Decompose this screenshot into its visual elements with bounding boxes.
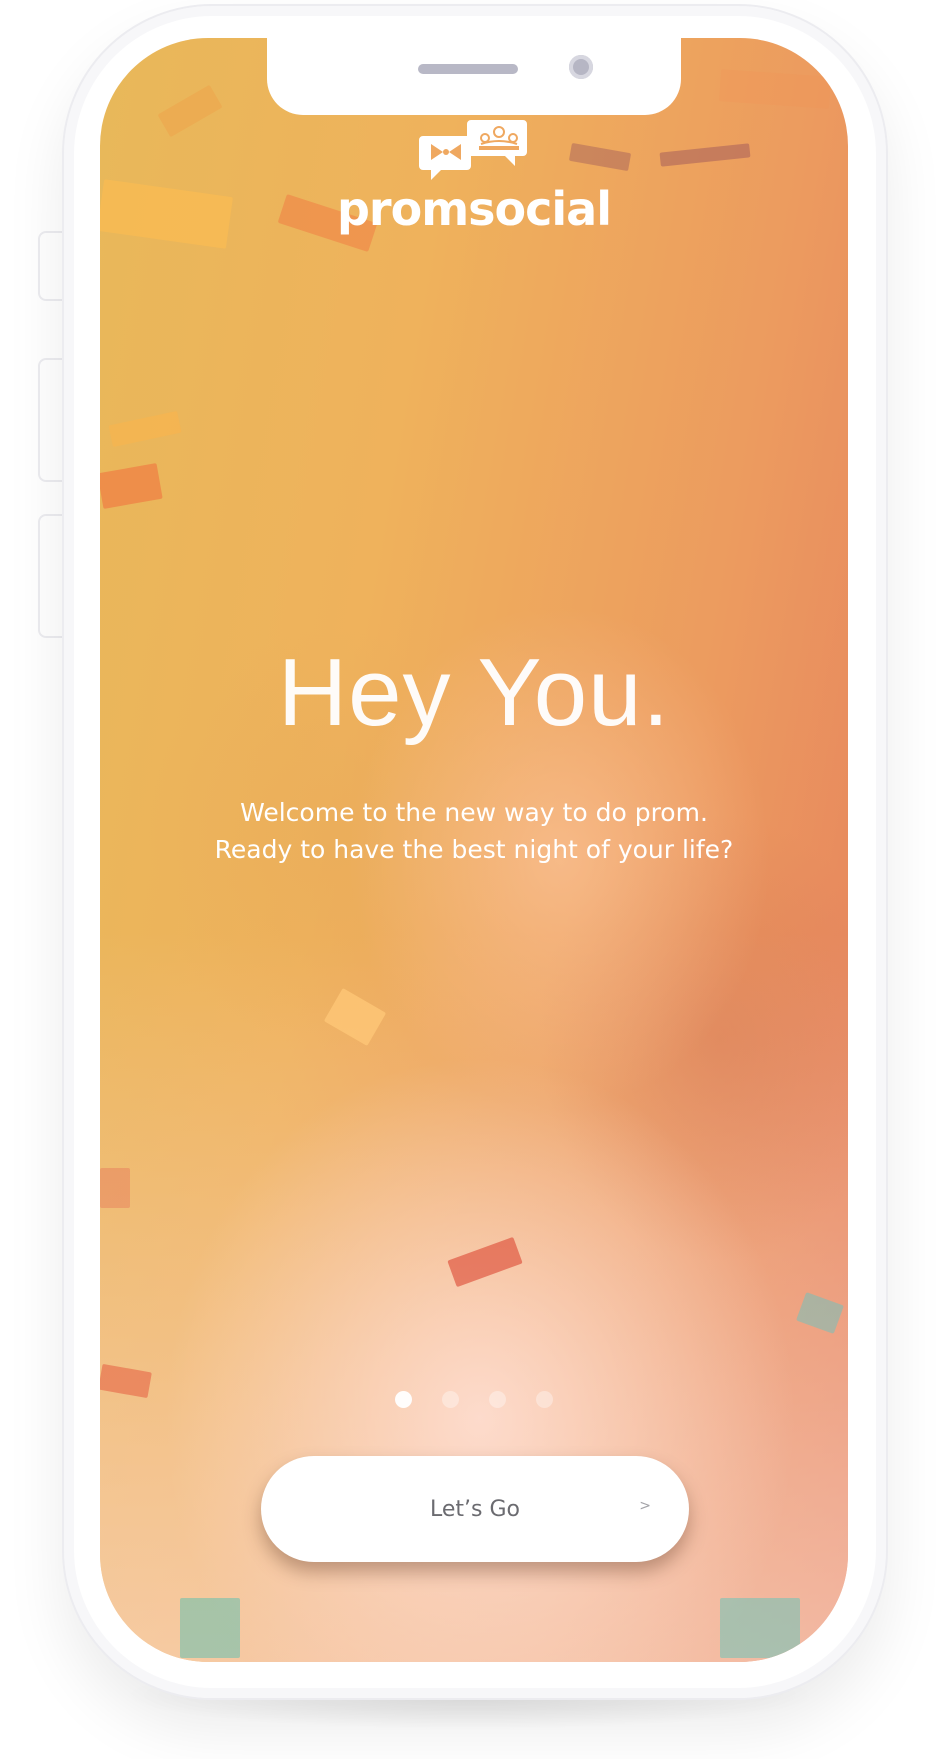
front-camera <box>569 55 593 79</box>
page-dot[interactable] <box>395 1391 412 1408</box>
mockup-stage: promsocial Hey You. Welcome to the new w… <box>0 0 941 1759</box>
brand-wordmark: promsocial <box>337 182 612 236</box>
lets-go-button[interactable]: Let’s Go > <box>261 1456 689 1562</box>
confetti-piece <box>100 1168 130 1208</box>
silent-switch <box>38 231 64 301</box>
device-notch <box>267 38 681 115</box>
brand-logo: promsocial <box>100 118 848 236</box>
onboarding-headline: Hey You. <box>277 639 671 746</box>
page-indicator <box>100 1391 848 1408</box>
subtitle-line-2: Ready to have the best night of your lif… <box>214 835 734 864</box>
earpiece-speaker <box>418 64 518 74</box>
page-dot[interactable] <box>536 1391 553 1408</box>
bowtie-speech-bubble-icon <box>419 120 527 180</box>
page-dot[interactable] <box>442 1391 459 1408</box>
volume-down-button <box>38 514 64 638</box>
subtitle-line-1: Welcome to the new way to do prom. <box>240 798 708 827</box>
page-dot[interactable] <box>489 1391 506 1408</box>
volume-up-button <box>38 358 64 482</box>
lets-go-label: Let’s Go <box>430 1496 520 1522</box>
onboarding-subtitle: Welcome to the new way to do prom. Ready… <box>120 794 828 868</box>
onboarding-screen: promsocial Hey You. Welcome to the new w… <box>100 38 848 1662</box>
confetti-piece <box>720 1598 800 1658</box>
confetti-piece <box>180 1598 240 1658</box>
chevron-right-icon: > <box>639 1498 651 1514</box>
